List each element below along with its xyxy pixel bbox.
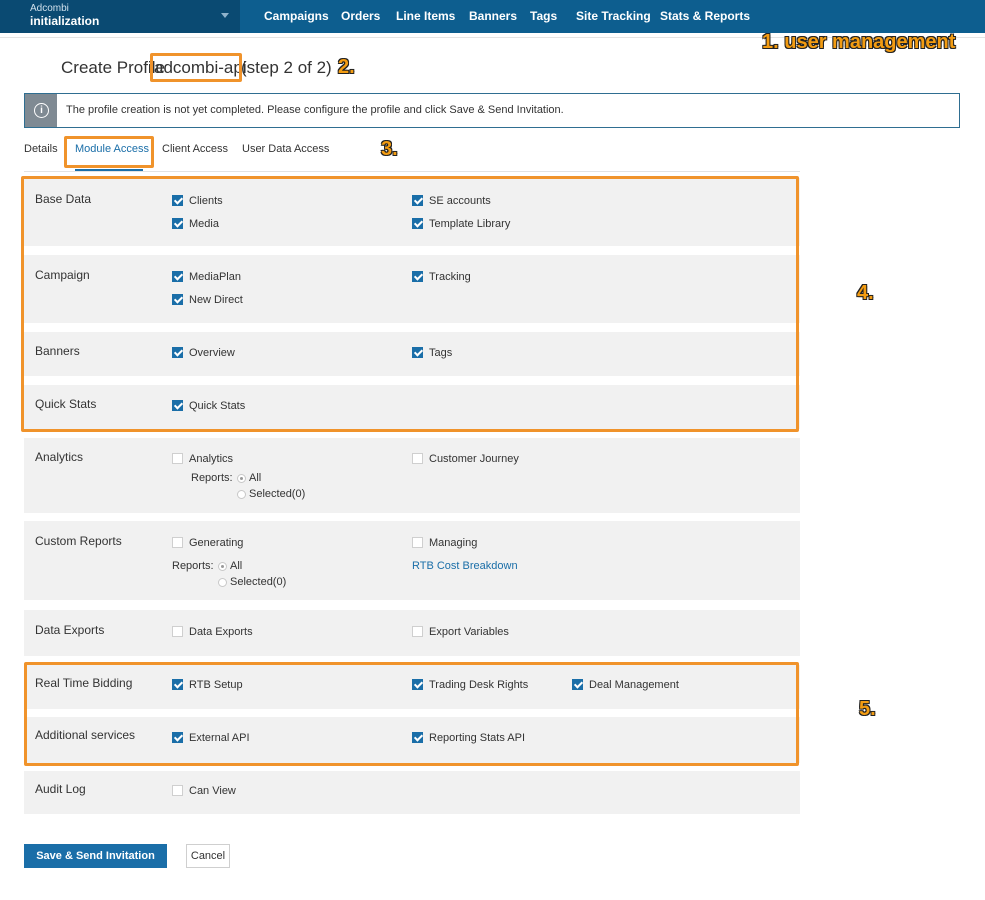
save-send-invitation-button[interactable]: Save & Send Invitation: [24, 844, 167, 868]
radio-reports-selected[interactable]: [218, 578, 227, 587]
annotation-4: 4.: [857, 282, 874, 304]
annotation-3: 3.: [381, 138, 398, 160]
nav-site-tracking[interactable]: Site Tracking: [576, 0, 651, 33]
nav-tags[interactable]: Tags: [530, 0, 557, 33]
section-label: Audit Log: [35, 782, 86, 796]
tab-user-data-access[interactable]: User Data Access: [242, 143, 329, 155]
section-custom-reports: Custom Reports Generating Managing Repor…: [24, 521, 800, 600]
checkbox-label: Managing: [429, 537, 478, 549]
info-banner: i The profile creation is not yet comple…: [24, 93, 960, 128]
checkbox-customer-journey[interactable]: [412, 453, 423, 464]
annotation-1: 1. user management: [762, 31, 956, 53]
checkbox-can-view[interactable]: [172, 785, 183, 796]
section-data-exports: Data Exports Data Exports Export Variabl…: [24, 610, 800, 656]
nav-campaigns[interactable]: Campaigns: [264, 0, 329, 33]
annotation-2: 2.: [338, 56, 355, 78]
checkbox-label: Customer Journey: [429, 453, 519, 465]
radio-label: Selected(0): [249, 488, 306, 500]
active-tab-indicator: [75, 169, 143, 171]
reports-label: Reports:: [191, 472, 233, 484]
checkbox-data-exports[interactable]: [172, 626, 183, 637]
tabs-divider: [24, 171, 800, 172]
tab-details[interactable]: Details: [24, 143, 58, 155]
highlight-box-api-modules: [24, 662, 799, 766]
checkbox-analytics[interactable]: [172, 453, 183, 464]
nav-banners[interactable]: Banners: [469, 0, 517, 33]
radio-reports-selected[interactable]: [237, 490, 246, 499]
chevron-down-icon[interactable]: [221, 13, 229, 18]
cancel-button[interactable]: Cancel: [186, 844, 230, 868]
nav-orders[interactable]: Orders: [341, 0, 380, 33]
checkbox-label: Analytics: [189, 453, 234, 465]
reports-label: Reports:: [172, 560, 214, 572]
radio-label: All: [249, 472, 262, 484]
section-label: Data Exports: [35, 623, 105, 637]
top-navigation-bar: Adcombi initialization Campaigns Orders …: [0, 0, 985, 33]
brand-selector[interactable]: Adcombi initialization: [0, 0, 240, 33]
highlight-box-enabled-modules: [21, 176, 799, 432]
info-icon-background: i: [25, 94, 57, 127]
checkbox-label: Data Exports: [189, 626, 253, 638]
radio-reports-all[interactable]: [237, 474, 246, 483]
section-analytics: Analytics Analytics Customer Journey Rep…: [24, 438, 800, 513]
info-icon: i: [34, 103, 49, 118]
section-audit-log: Audit Log Can View: [24, 771, 800, 814]
section-label: Custom Reports: [35, 534, 122, 548]
radio-label: Selected(0): [230, 576, 287, 588]
checkbox-generating[interactable]: [172, 537, 183, 548]
nav-line-items[interactable]: Line Items: [396, 0, 455, 33]
nav-stats-reports[interactable]: Stats & Reports: [660, 0, 750, 33]
highlight-box-profile-name: [150, 53, 242, 82]
highlight-box-module-access: [64, 136, 154, 168]
page-title-step: (step 2 of 2): [241, 58, 332, 77]
tab-client-access[interactable]: Client Access: [162, 143, 228, 155]
rtb-cost-breakdown-link[interactable]: RTB Cost Breakdown: [412, 560, 518, 572]
brand-context-name: initialization: [30, 14, 100, 28]
checkbox-export-variables[interactable]: [412, 626, 423, 637]
brand-account-name: Adcombi: [30, 3, 69, 14]
checkbox-managing[interactable]: [412, 537, 423, 548]
checkbox-label: Can View: [189, 785, 236, 797]
annotation-5: 5.: [859, 698, 876, 720]
checkbox-label: Export Variables: [429, 626, 509, 638]
info-message: The profile creation is not yet complete…: [66, 104, 564, 116]
radio-label: All: [230, 560, 243, 572]
section-label: Analytics: [35, 450, 84, 464]
radio-reports-all[interactable]: [218, 562, 227, 571]
checkbox-label: Generating: [189, 537, 244, 549]
